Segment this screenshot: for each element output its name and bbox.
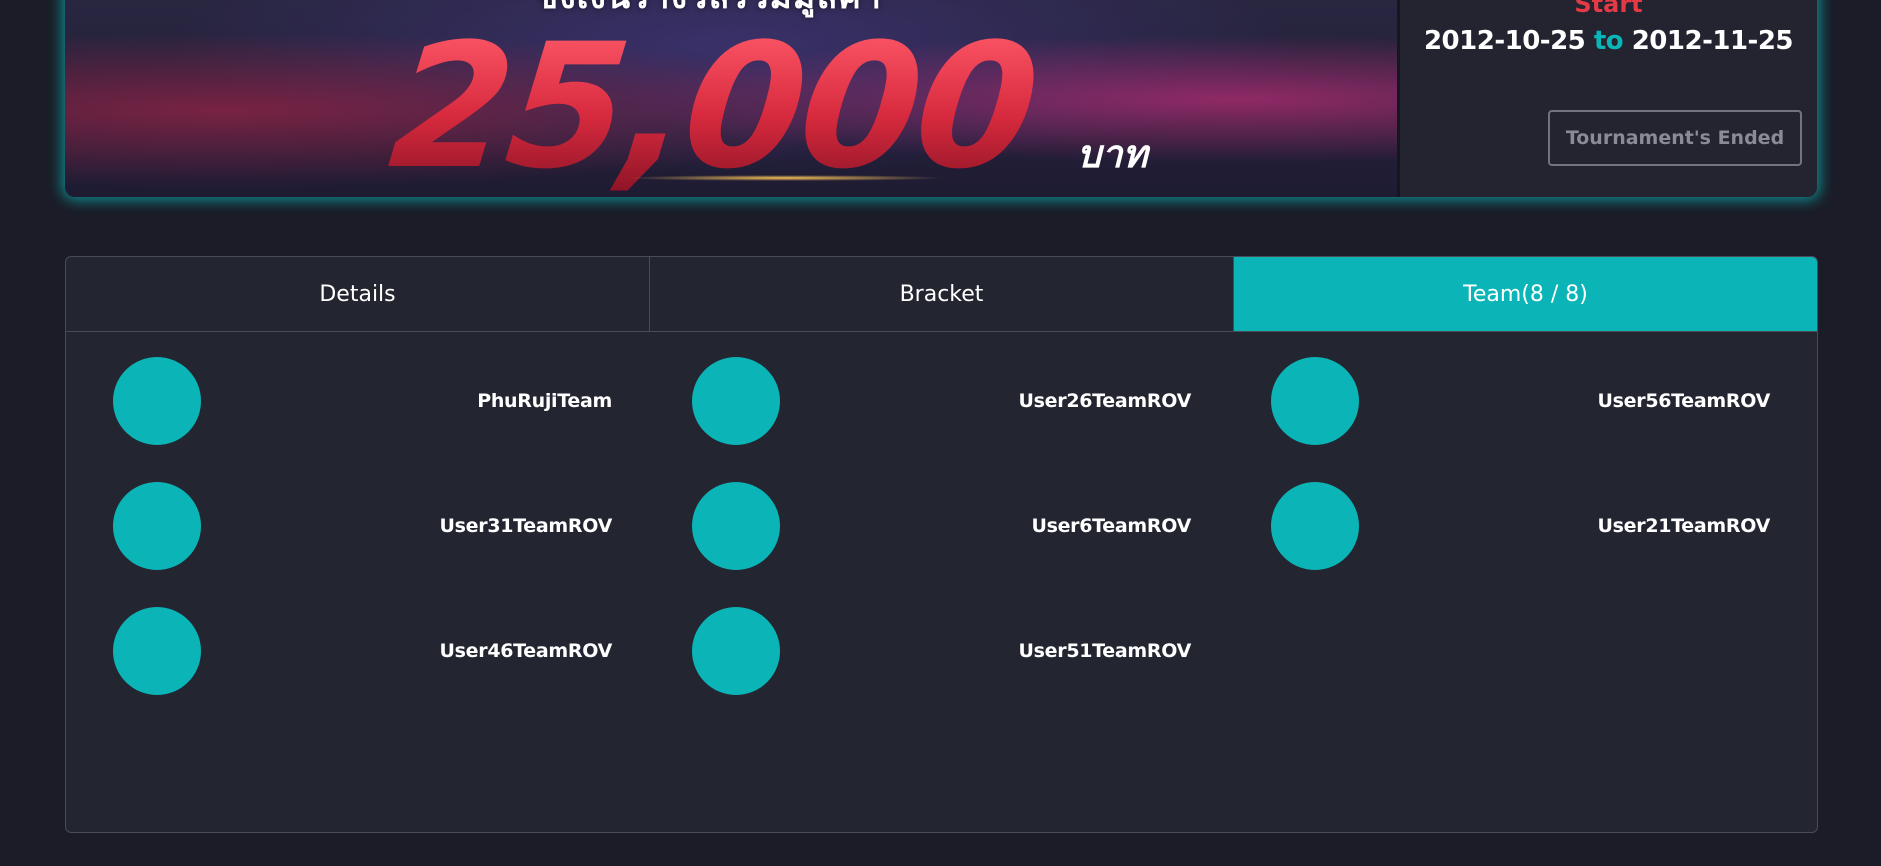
team-avatar xyxy=(1271,357,1359,445)
team-name: User56TeamROV xyxy=(1597,390,1771,412)
team-card[interactable]: User51TeamROV xyxy=(645,607,1191,695)
tournament-tabs-card: Details Bracket Team(8 / 8) PhuRujiTeam … xyxy=(65,256,1818,833)
banner-image: ชิงเงินรางวัลรวมมูลค่า 25,000 บาท xyxy=(65,0,1397,197)
team-avatar xyxy=(692,607,780,695)
team-avatar xyxy=(1271,482,1359,570)
team-card[interactable]: User26TeamROV xyxy=(645,357,1191,445)
team-card[interactable]: User6TeamROV xyxy=(645,482,1191,570)
date-from: 2012-10-25 xyxy=(1423,26,1586,56)
tab-details[interactable]: Details xyxy=(66,257,649,331)
banner-glow-decoration xyxy=(625,175,945,181)
team-name: User6TeamROV xyxy=(1031,515,1191,537)
team-card[interactable]: User31TeamROV xyxy=(66,482,612,570)
tab-bracket[interactable]: Bracket xyxy=(649,257,1233,331)
team-name: User51TeamROV xyxy=(1018,640,1192,662)
team-avatar xyxy=(113,357,201,445)
team-name: PhuRujiTeam xyxy=(477,390,612,412)
team-name: User21TeamROV xyxy=(1597,515,1771,537)
banner-prize-amount: 25,000 xyxy=(382,6,1044,197)
team-avatar xyxy=(692,357,780,445)
team-card[interactable]: PhuRujiTeam xyxy=(66,357,612,445)
team-name: User31TeamROV xyxy=(439,515,613,537)
team-card[interactable]: User21TeamROV xyxy=(1224,482,1770,570)
tab-bar: Details Bracket Team(8 / 8) xyxy=(66,257,1817,332)
team-card[interactable]: User46TeamROV xyxy=(66,607,612,695)
tournament-banner: ชิงเงินรางวัลรวมมูลค่า 25,000 บาท Start … xyxy=(65,0,1817,197)
team-name: User26TeamROV xyxy=(1018,390,1192,412)
tournament-ended-button[interactable]: Tournament's Ended xyxy=(1548,110,1802,166)
team-avatar xyxy=(692,482,780,570)
team-avatar xyxy=(113,482,201,570)
date-to-word: to xyxy=(1593,26,1624,56)
banner-prize-unit: บาท xyxy=(1077,132,1148,176)
date-to: 2012-11-25 xyxy=(1631,26,1794,56)
tab-team[interactable]: Team(8 / 8) xyxy=(1233,257,1817,331)
start-label: Start xyxy=(1574,0,1643,18)
date-range: 2012-10-25 to 2012-11-25 xyxy=(1400,24,1817,58)
tournament-info-panel: Start 2012-10-25 to 2012-11-25 Tournamen… xyxy=(1397,0,1817,197)
team-name: User46TeamROV xyxy=(439,640,613,662)
team-card[interactable]: User56TeamROV xyxy=(1224,357,1770,445)
team-avatar xyxy=(113,607,201,695)
